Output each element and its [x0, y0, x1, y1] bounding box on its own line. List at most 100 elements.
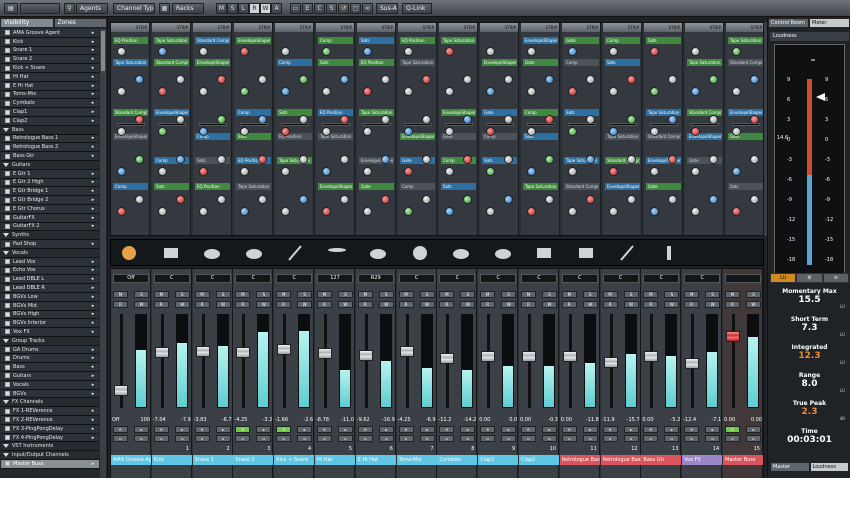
mute-button[interactable]: M [602, 291, 618, 298]
rack-knob[interactable] [627, 155, 636, 164]
plugin-slot[interactable]: Standard Compressor [687, 109, 722, 116]
mute-button[interactable]: M [235, 291, 251, 298]
plugin-slot[interactable]: EnvelopeShaper [523, 37, 558, 44]
list-item[interactable]: FX 4-PingPongDelay ▸ [1, 433, 99, 443]
list-item[interactable]: Cymbals ▸ [1, 99, 99, 109]
list-item[interactable]: Group Tracks [1, 336, 99, 346]
rack-knob[interactable] [117, 207, 126, 216]
edit-button[interactable]: e [725, 426, 740, 433]
plugin-slot[interactable]: Comp [277, 59, 312, 66]
rack-knob[interactable] [135, 155, 144, 164]
mute-button[interactable]: M [684, 291, 700, 298]
rack-knob[interactable] [750, 155, 759, 164]
visibility-checkbox[interactable] [5, 83, 10, 89]
plugin-slot[interactable]: Sats [318, 59, 353, 66]
rack-knob[interactable] [463, 195, 472, 204]
plugin-slot[interactable]: Gate [359, 183, 394, 190]
tab-master[interactable]: Master [770, 462, 810, 472]
monitor-button[interactable]: ▸ [705, 426, 721, 433]
fader-handle[interactable] [685, 357, 700, 369]
rack-knob[interactable] [199, 167, 208, 176]
pan-control[interactable]: R29 [357, 274, 394, 283]
monitor-button[interactable]: ▸ [297, 426, 313, 433]
visibility-checkbox[interactable] [5, 355, 10, 361]
write-automation-button[interactable]: W [501, 301, 517, 308]
rack-knob[interactable] [199, 47, 208, 56]
edit-button[interactable]: e [235, 426, 251, 433]
solo-button[interactable]: S [542, 291, 557, 298]
edit-button[interactable]: e [113, 426, 128, 433]
rack-knob[interactable] [281, 167, 290, 176]
mute-button[interactable]: M [480, 291, 496, 298]
rack-knob[interactable] [486, 47, 495, 56]
rack-knob[interactable] [445, 127, 454, 136]
rack-knob[interactable] [750, 195, 759, 204]
insert-bypass-button[interactable]: ▫ [317, 435, 332, 442]
pan-control[interactable]: C [643, 274, 680, 283]
visibility-checkbox[interactable] [5, 276, 10, 282]
insert-bypass-button[interactable]: ▫ [439, 435, 455, 442]
list-item[interactable]: E Hi Hat ▸ [1, 81, 99, 91]
rack-knob[interactable] [322, 47, 331, 56]
rack-knob[interactable] [732, 167, 741, 176]
visibility-checkbox[interactable] [5, 347, 10, 353]
send-bypass-button[interactable]: ▫ [256, 435, 272, 442]
read-automation-button[interactable]: R [439, 301, 455, 308]
pan-control[interactable]: 127 [317, 274, 353, 283]
insert-bypass-button[interactable]: ▫ [643, 435, 659, 442]
monitor-button[interactable]: ▸ [746, 426, 761, 433]
plugin-slot[interactable]: Tape Saturation [646, 109, 681, 116]
read-automation-button[interactable]: R [480, 301, 496, 308]
visibility-checkbox[interactable] [5, 39, 10, 45]
plugin-slot[interactable]: EQ Position [359, 59, 394, 66]
rack-knob[interactable] [199, 87, 208, 96]
edit-button[interactable]: E [302, 3, 313, 14]
list-item[interactable]: FX 1-REVerence ▸ [1, 407, 99, 417]
list-item[interactable]: Bass Gtr ▸ [1, 152, 99, 161]
monitor-button[interactable]: ▸ [542, 426, 557, 433]
visibility-checkbox[interactable] [5, 135, 10, 141]
write-automation-button[interactable]: W [297, 301, 313, 308]
list-item[interactable]: Retrologue Bass 1 ▸ [1, 134, 99, 144]
rack-knob[interactable] [732, 47, 741, 56]
plugin-slot[interactable]: Standard Compressor [728, 59, 763, 66]
rack-knob[interactable] [568, 167, 577, 176]
list-item[interactable]: BGVs ▸ [1, 389, 99, 399]
pan-control[interactable]: C [153, 274, 190, 283]
rack-knob[interactable] [545, 195, 554, 204]
write-automation-button[interactable]: W [134, 301, 149, 308]
rack-knob[interactable] [650, 167, 659, 176]
rack-knob[interactable] [117, 47, 126, 56]
visibility-checkbox[interactable] [5, 320, 10, 326]
visibility-checkbox[interactable] [5, 47, 10, 53]
channel-name[interactable]: Snare 2 [233, 455, 274, 465]
rack-knob[interactable] [340, 75, 349, 84]
visibility-checkbox[interactable] [5, 91, 10, 97]
pan-control[interactable]: C [521, 274, 557, 283]
mute-button[interactable]: M [725, 291, 740, 298]
send-bypass-button[interactable]: ▫ [134, 435, 149, 442]
rack-knob[interactable] [422, 75, 431, 84]
plugin-slot[interactable]: EnvelopeShaper [605, 183, 640, 190]
rack-knob[interactable] [627, 75, 636, 84]
monitor-button[interactable]: ▸ [378, 426, 394, 433]
visibility-checkbox[interactable] [5, 259, 10, 265]
channel-name[interactable]: E Hi Hat [355, 455, 396, 465]
rack-knob[interactable] [568, 47, 577, 56]
fader-handle[interactable] [440, 353, 455, 364]
write-automation-button[interactable]: W [419, 301, 435, 308]
rack-knob[interactable] [568, 207, 577, 216]
visibility-checkbox[interactable] [5, 417, 10, 423]
rack-knob[interactable] [609, 47, 618, 56]
list-item[interactable]: BGVs Interior ▸ [1, 319, 99, 329]
rack-knob[interactable] [486, 207, 495, 216]
insert-bypass-button[interactable]: ▫ [398, 435, 414, 442]
tab-control-room[interactable]: Control Room [768, 18, 809, 28]
list-item[interactable]: E Gtr Chorus ▸ [1, 204, 99, 214]
rack-knob[interactable] [340, 195, 349, 204]
insert-bypass-button[interactable]: ▫ [561, 435, 577, 442]
rack-strip-header[interactable]: STRIP [234, 23, 272, 32]
rack-knob[interactable] [627, 195, 636, 204]
visibility-checkbox[interactable] [5, 100, 10, 106]
instrument-picture[interactable] [617, 244, 637, 262]
